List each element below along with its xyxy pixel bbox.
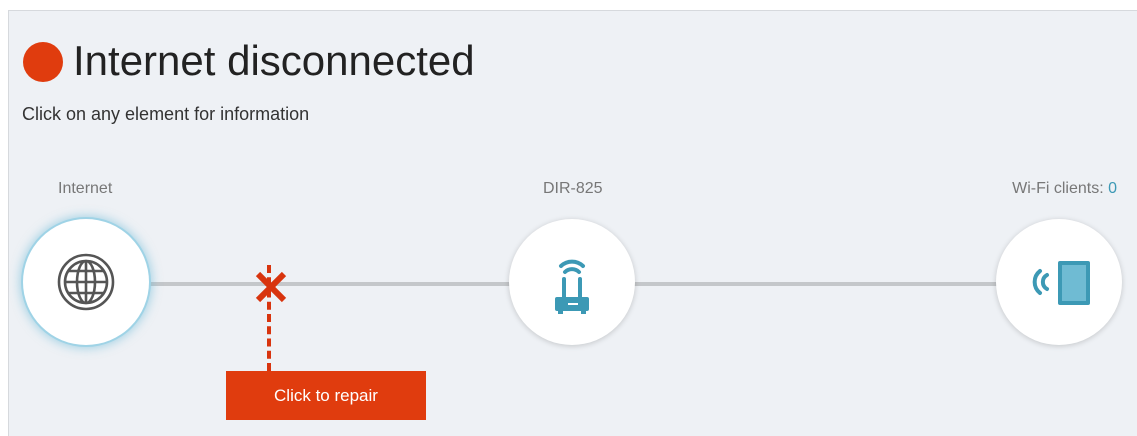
wifi-clients-count: 0 — [1108, 180, 1117, 197]
info-hint: Click on any element for information — [22, 104, 310, 124]
router-icon — [555, 259, 589, 314]
globe-icon — [57, 253, 115, 311]
wifi-clients-label: Wi-Fi clients: 0 — [1012, 179, 1117, 199]
wifi-clients-node[interactable] — [996, 219, 1122, 345]
repair-button[interactable]: Click to repair — [226, 371, 426, 420]
internet-router-link — [149, 282, 524, 286]
x-mark-icon — [255, 271, 287, 303]
internet-node[interactable] — [23, 219, 149, 345]
router-node[interactable] — [509, 219, 635, 345]
router-clients-link — [634, 282, 1009, 286]
status-indicator-icon — [23, 42, 63, 82]
internet-label: Internet — [58, 180, 113, 197]
tablet-wifi-icon — [1032, 261, 1090, 305]
router-label: DIR-825 — [543, 180, 603, 197]
wifi-clients-text: Wi-Fi clients: — [1012, 180, 1109, 197]
page-title: Internet disconnected — [73, 37, 475, 84]
connection-status-panel: Internet disconnected Click on any eleme… — [8, 10, 1137, 436]
